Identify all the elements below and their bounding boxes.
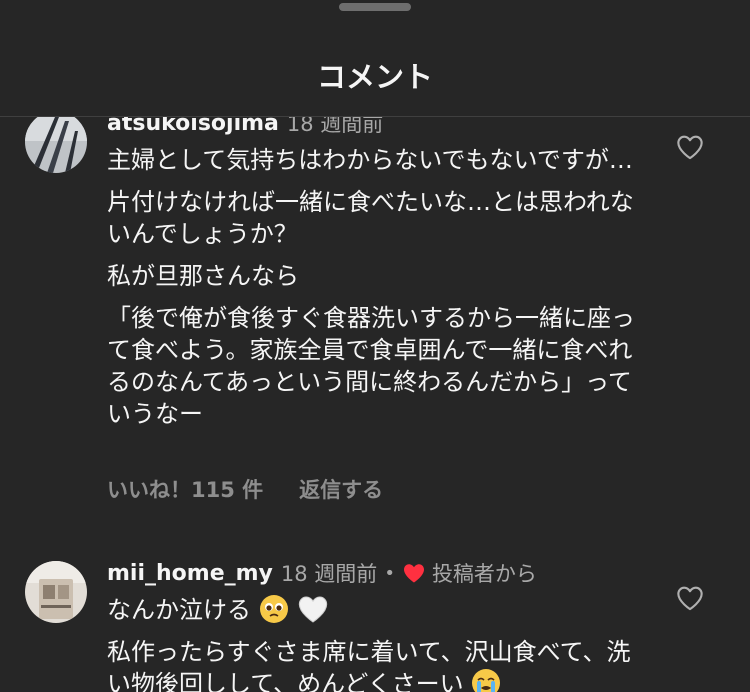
comment-time: 18 週間前 (286, 117, 384, 136)
comment-text: 「後で俺が食後すぐ食器洗いするから一緒に座って食べよう。家族全員で食卓囲んで一緒… (107, 304, 635, 428)
avatar[interactable] (25, 561, 87, 623)
separator-dot: • (384, 562, 395, 584)
heart-filled-icon (403, 564, 424, 583)
avatar[interactable] (25, 117, 87, 173)
comment-header: atsukoisojima 18 週間前 (107, 117, 660, 138)
likes-count[interactable]: いいね！115 件 (107, 474, 263, 504)
crying-face-emoji (472, 669, 501, 692)
comment-text: 私作ったらすぐさま席に着いて、沢山食べて、洗い物後回しして、めんどくさーい (107, 636, 647, 692)
sheet-title: コメント (316, 60, 433, 94)
comment-time: 18 週間前 (280, 562, 378, 586)
comment-text: 私が旦那さんなら (107, 262, 299, 290)
comment-body: 主婦として気持ちはわからないでもないですが… 片付けなければ一緒に食べたいな…と… (107, 144, 647, 440)
sheet-grabber[interactable] (339, 3, 411, 11)
comment-actions: いいね！115 件 返信する (107, 474, 383, 504)
author-badge: 投稿者から (431, 562, 537, 586)
comment-body: なんか泣ける 私作ったらすぐさま席に着いて、沢山食べて、洗い物後回しして、めんど… (107, 594, 647, 692)
username[interactable]: mii_home_my (107, 561, 273, 586)
pleading-face-emoji (259, 595, 288, 623)
username[interactable]: atsukoisojima (107, 117, 279, 136)
reply-button[interactable]: 返信する (299, 474, 383, 504)
heart-outline-icon[interactable] (676, 585, 704, 611)
comment-text: なんか泣ける (107, 594, 647, 626)
comment-text-line: 私作ったらすぐさま席に着いて、沢山食べて、洗い物後回しして、めんどくさーい (107, 638, 631, 692)
comment-text: 片付けなければ一緒に食べたいな…とは思われないんでしょうか？ (107, 188, 634, 248)
comment-list[interactable]: atsukoisojima 18 週間前 主婦として気持ちはわからないでもないで… (0, 117, 750, 692)
white-heart-emoji (299, 596, 328, 623)
comment-text: 主婦として気持ちはわからないでもないですが… (107, 146, 633, 174)
comment-header: mii_home_my 18 週間前 • 投稿者から (107, 558, 660, 588)
heart-outline-icon[interactable] (676, 134, 704, 160)
comment-text-line: なんか泣ける (107, 596, 251, 624)
